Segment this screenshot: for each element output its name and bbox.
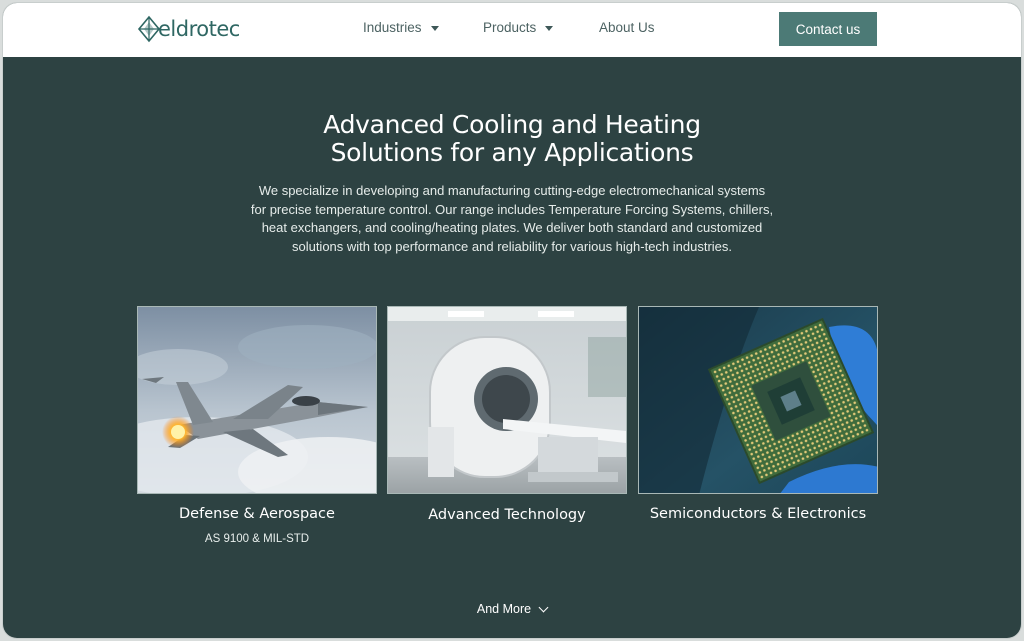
hero-title-line-1: Advanced Cooling and Heating: [323, 110, 701, 139]
chevron-down-icon: [538, 602, 549, 612]
hero-description-line: for precise temperature control. Our ran…: [250, 201, 774, 217]
nav-item-about-us[interactable]: About Us: [599, 20, 655, 35]
caret-down-icon: [430, 25, 439, 31]
industry-card-title: Semiconductors & Electronics: [649, 506, 867, 522]
industry-card-semiconductors-electronics[interactable]: Semiconductors & Electronics: [638, 306, 878, 523]
hero-title: Advanced Cooling and Heating Solutions f…: [3, 111, 1021, 167]
hero-description-line: solutions with top performance and relia…: [291, 238, 733, 254]
caret-down-icon: [545, 25, 554, 31]
nav-item-label: About Us: [599, 20, 655, 35]
and-more-link[interactable]: And More: [3, 602, 1021, 616]
nav-item-products[interactable]: Products: [483, 20, 554, 35]
hero-title-line-2: Solutions for any Applications: [330, 138, 694, 167]
browser-viewport: eldrotec Industries Products About Us Co…: [3, 3, 1021, 638]
industry-card-title: Defense & Aerospace: [179, 506, 335, 522]
hero-description-line: heat exchangers, and cooling/heating pla…: [261, 220, 763, 235]
contact-us-button[interactable]: Contact us: [779, 12, 877, 46]
nav-item-label: Products: [483, 20, 537, 35]
hero-description-line: We specialize in developing and manufact…: [258, 183, 766, 198]
ct-scanner-photo: [387, 306, 627, 494]
site-header: eldrotec Industries Products About Us Co…: [3, 3, 1021, 57]
cpu-chip-photo: [638, 306, 878, 494]
and-more-label: And More: [476, 602, 532, 616]
industry-card-advanced-technology[interactable]: Advanced Technology: [387, 306, 627, 524]
industry-card-defense-aerospace[interactable]: Defense & Aerospace AS 9100 & MIL-STD: [137, 306, 377, 546]
hero-description: We specialize in developing and manufact…: [232, 182, 792, 256]
nav-item-label: Industries: [363, 20, 422, 35]
fighter-jet-photo: [137, 306, 377, 494]
nav-item-industries[interactable]: Industries: [363, 20, 439, 35]
industry-card-subtitle: AS 9100 & MIL-STD: [204, 533, 310, 545]
industry-card-title: Advanced Technology: [428, 507, 586, 523]
